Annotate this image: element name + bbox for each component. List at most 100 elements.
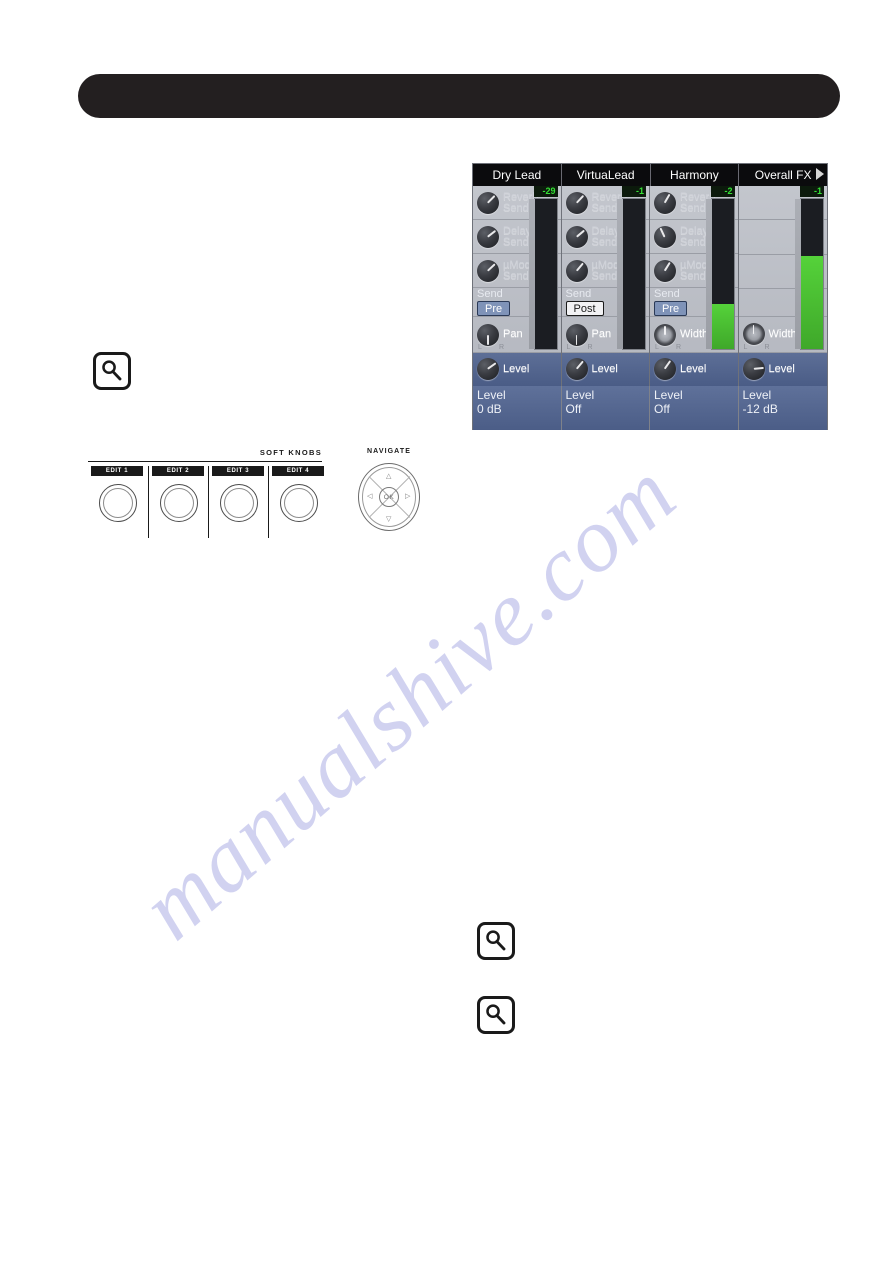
umod-send-knob[interactable] [654, 259, 676, 282]
navigate-title: NAVIGATE [367, 448, 411, 455]
delay-send-knob[interactable] [565, 225, 588, 248]
meter-value: -1 [622, 186, 646, 197]
soft-knob-dial[interactable] [99, 484, 137, 522]
mixer-tab-overall-fx[interactable]: Overall FX [739, 164, 827, 186]
navigate-left-button[interactable]: ◁ [367, 493, 372, 500]
page-header-bar [78, 74, 840, 118]
mixer-tab-label: Dry Lead [492, 168, 542, 182]
mixer-tab-virtualead[interactable]: VirtuaLead [562, 164, 651, 186]
level-knob[interactable] [742, 358, 765, 381]
umod-send-label: µMod Send [503, 258, 531, 282]
soft-knob-dial[interactable] [280, 484, 318, 522]
pan-lr-scale: LR [743, 343, 770, 351]
mixer-tab-label: Harmony [670, 168, 719, 182]
mixer-tab-label: VirtuaLead [576, 168, 635, 182]
mixer-tab-dry-lead[interactable]: Dry Lead [473, 164, 562, 186]
footer-cell-virtualead[interactable]: Level Off [561, 386, 650, 430]
delay-send-label: Delay Send [591, 224, 620, 248]
level-row[interactable]: Level [561, 352, 649, 386]
meter-value: -2 [710, 186, 735, 197]
umod-send-knob[interactable] [477, 259, 499, 282]
send-mode-button[interactable]: Pre [477, 301, 511, 317]
soft-knob-edit-2[interactable]: EDIT 2 [148, 466, 206, 538]
channel-meter: -29 [528, 186, 559, 350]
mixer-tab-label: Overall FX [754, 168, 812, 182]
meter-body [617, 198, 646, 350]
delay-send-label: Delay Send [503, 224, 532, 248]
level-row[interactable]: Level [650, 352, 738, 386]
level-knob[interactable] [477, 358, 499, 381]
umod-send-label: µMod Send [680, 258, 708, 282]
mixer-channel-harmony: Reverb Send Delay Send µMod Send Send Pr… [650, 186, 739, 386]
pan-knob[interactable] [477, 323, 499, 346]
navigate-ok-button[interactable]: OK [379, 487, 399, 507]
footer-cell-harmony[interactable]: Level Off [650, 386, 739, 430]
mixer-channel-overall-fx: Width LR Level -1 [738, 186, 827, 386]
pan-lr-scale: LR [655, 343, 681, 351]
level-row[interactable]: Level [473, 352, 561, 386]
magnifier-icon-3 [477, 996, 515, 1034]
delay-send-knob[interactable] [477, 225, 499, 248]
navigate-pad: NAVIGATE △ ▽ ◁ ▷ OK [355, 446, 423, 538]
footer-value: -12 dB [742, 402, 778, 416]
footer-cell-dry-lead[interactable]: Level 0 dB [473, 386, 562, 430]
footer-cell-overall-fx[interactable]: Level -12 dB [738, 386, 827, 430]
width-label: Width [768, 327, 797, 340]
soft-knobs-divider [88, 461, 322, 462]
magnifier-icon-1 [93, 352, 131, 390]
umod-send-knob[interactable] [565, 259, 588, 282]
soft-knob-label: EDIT 3 [212, 466, 264, 476]
width-knob[interactable] [742, 323, 765, 346]
width-knob[interactable] [654, 323, 676, 346]
footer-label: Level [565, 388, 595, 402]
soft-knob-dial[interactable] [160, 484, 198, 522]
channel-meter: -1 [795, 186, 825, 350]
mixer-tab-bar: Dry Lead VirtuaLead Harmony Overall FX [473, 164, 827, 186]
footer-value: 0 dB [477, 402, 502, 416]
level-knob[interactable] [654, 358, 676, 381]
pan-label: Pan [591, 328, 612, 341]
navigate-right-button[interactable]: ▷ [405, 493, 410, 500]
level-label: Level [768, 362, 795, 375]
mixer-channel-virtualead: Reverb Send Delay Send µMod Send Send Po… [561, 186, 650, 386]
reverb-send-knob[interactable] [565, 191, 588, 214]
soft-knob-label: EDIT 1 [91, 466, 143, 476]
meter-scale [795, 199, 801, 349]
meter-scale [705, 199, 712, 349]
chevron-right-icon[interactable] [816, 168, 824, 180]
soft-knob-dial[interactable] [220, 484, 258, 522]
send-mode-button[interactable]: Post [565, 301, 604, 317]
magnifier-glyph [486, 930, 506, 951]
meter-body [795, 198, 824, 350]
level-row[interactable]: Level [738, 352, 827, 386]
send-mode-button[interactable]: Pre [654, 301, 688, 317]
meter-fill [711, 304, 734, 349]
level-knob[interactable] [565, 358, 588, 381]
soft-knob-edit-4[interactable]: EDIT 4 [268, 466, 326, 538]
meter-body [528, 198, 558, 350]
delay-send-knob[interactable] [654, 225, 676, 248]
mixer-tab-harmony[interactable]: Harmony [651, 164, 740, 186]
soft-knob-edit-1[interactable]: EDIT 1 [88, 466, 146, 538]
footer-label: Level [742, 388, 772, 402]
footer-label: Level [654, 388, 683, 402]
reverb-send-knob[interactable] [654, 191, 676, 214]
umod-send-label: µMod Send [591, 258, 620, 282]
mixer-screen: Dry Lead VirtuaLead Harmony Overall FX R… [472, 163, 828, 430]
level-label: Level [680, 362, 707, 375]
navigate-up-button[interactable]: △ [386, 473, 391, 480]
navigate-down-button[interactable]: ▽ [386, 516, 391, 523]
meter-fill [801, 256, 823, 349]
magnifier-icon-2 [477, 922, 515, 960]
meter-scale [528, 199, 535, 349]
width-label: Width [680, 328, 709, 341]
meter-scale [617, 199, 623, 349]
soft-knobs-panel: SOFT KNOBS EDIT 1 EDIT 2 EDIT 3 EDIT 4 [88, 446, 338, 538]
meter-value: -29 [533, 186, 558, 197]
soft-knob-edit-3[interactable]: EDIT 3 [208, 466, 266, 538]
pan-knob[interactable] [565, 323, 588, 346]
reverb-send-knob[interactable] [477, 191, 499, 214]
footer-value: Off [654, 402, 670, 416]
footer-label: Level [477, 388, 506, 402]
mixer-channel-strips: Reverb Send Delay Send µMod Send Send Pr… [473, 186, 827, 386]
